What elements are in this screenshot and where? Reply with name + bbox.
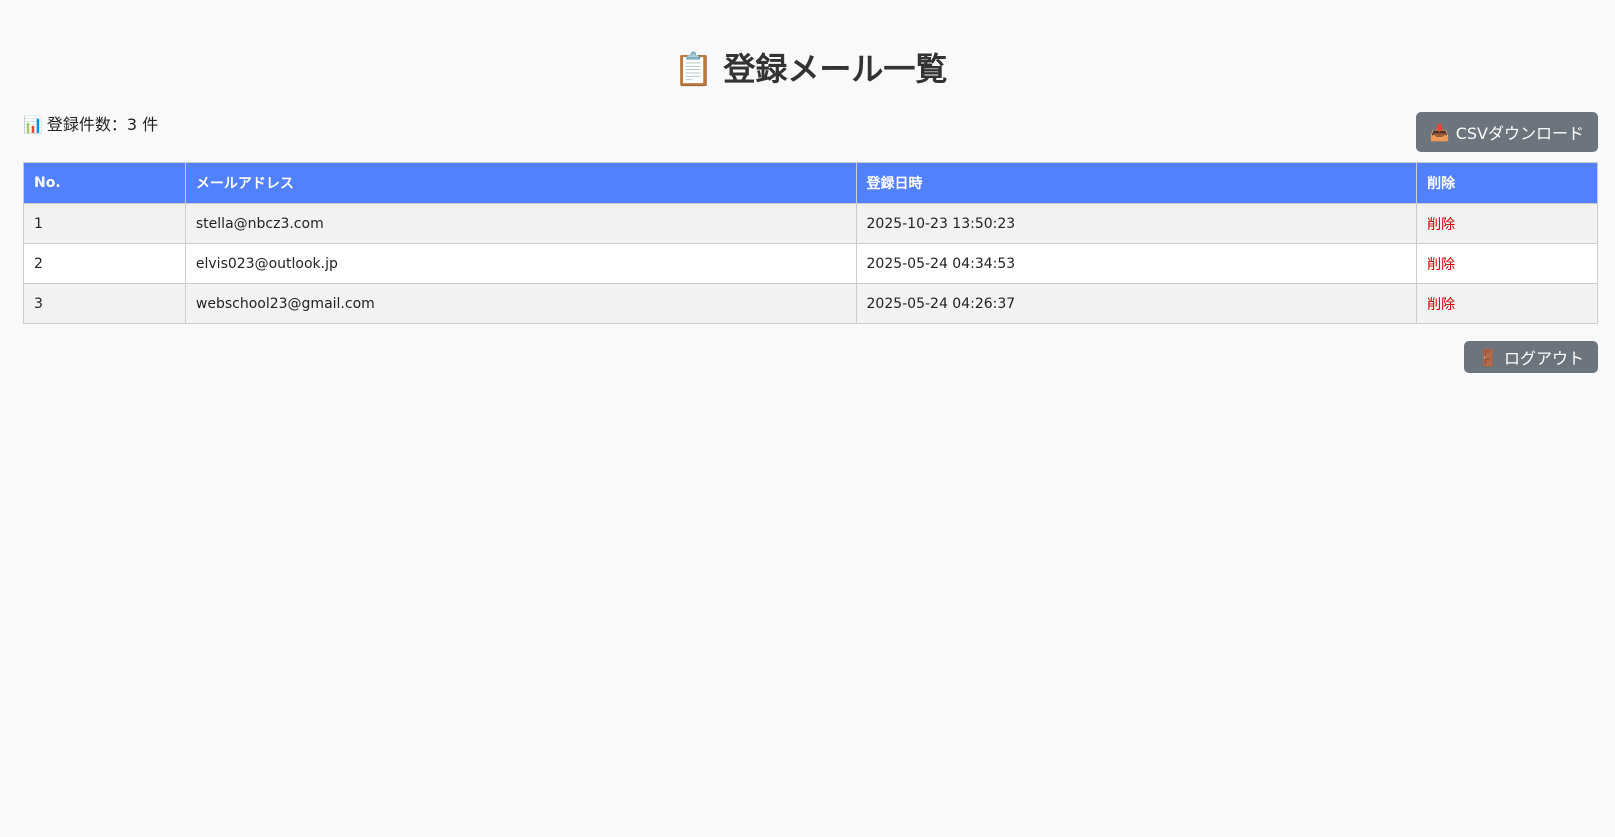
cell-date: 2025-05-24 04:34:53 <box>855 243 1418 284</box>
column-header-date: 登録日時 <box>855 162 1418 204</box>
delete-link[interactable]: 削除 <box>1427 257 1455 273</box>
delete-link[interactable]: 削除 <box>1427 297 1455 313</box>
table-row: 3 webschool23@gmail.com 2025-05-24 04:26… <box>23 283 1598 324</box>
email-table: No. メールアドレス 登録日時 削除 1 stella@nbcz3.com 2… <box>23 162 1598 324</box>
logout-label: ログアウト <box>1503 349 1584 368</box>
registration-count-text: 登録件数：3 件 <box>46 115 159 134</box>
column-header-email: メールアドレス <box>184 162 857 204</box>
page-title: 📋 登録メール一覧 <box>23 44 1598 94</box>
registration-count: 📊 登録件数：3 件 <box>23 113 158 137</box>
cell-delete: 削除 <box>1416 203 1598 244</box>
column-header-delete: 削除 <box>1416 162 1598 204</box>
cell-email: elvis023@outlook.jp <box>184 243 857 284</box>
table-row: 2 elvis023@outlook.jp 2025-05-24 04:34:5… <box>23 243 1598 284</box>
delete-link[interactable]: 削除 <box>1427 217 1455 233</box>
cell-email: stella@nbcz3.com <box>184 203 857 244</box>
logout-button[interactable]: 🚪 ログアウト <box>1464 341 1598 373</box>
csv-download-button[interactable]: 📥 CSVダウンロード <box>1415 112 1598 152</box>
inbox-tray-icon: 📥 <box>1429 122 1450 142</box>
csv-download-label: CSVダウンロード <box>1455 124 1584 143</box>
cell-date: 2025-05-24 04:26:37 <box>855 283 1418 324</box>
table-row: 1 stella@nbcz3.com 2025-10-23 13:50:23 削… <box>23 203 1598 244</box>
bar-chart-icon: 📊 <box>23 115 43 134</box>
clipboard-icon: 📋 <box>673 50 714 88</box>
table-header-row: No. メールアドレス 登録日時 削除 <box>23 162 1598 204</box>
cell-no: 2 <box>23 243 186 284</box>
cell-no: 1 <box>23 203 186 244</box>
door-icon: 🚪 <box>1478 347 1498 367</box>
cell-email: webschool23@gmail.com <box>184 283 857 324</box>
cell-date: 2025-10-23 13:50:23 <box>855 203 1418 244</box>
column-header-no: No. <box>23 162 186 204</box>
page-title-text: 登録メール一覧 <box>723 50 948 88</box>
cell-delete: 削除 <box>1416 243 1598 284</box>
cell-delete: 削除 <box>1416 283 1598 324</box>
cell-no: 3 <box>23 283 186 324</box>
